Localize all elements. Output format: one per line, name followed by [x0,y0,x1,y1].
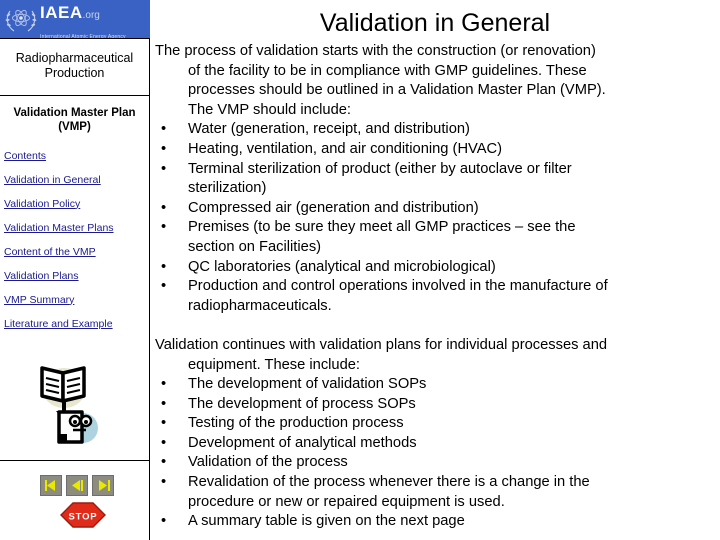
list-item: • The development of validation SOPs [155,375,714,395]
list-item-label: A summary table is given on the next pag… [188,513,465,530]
list-item-label: Testing of the production process [188,415,404,432]
stop-label: STOP [69,512,98,523]
list-item-label-cont: procedure or new or repaired equipment i… [188,493,505,510]
list-item: • Validation of the process [155,453,714,473]
open-book-icon [40,366,86,403]
list-item-label-cont: sterilization) [188,180,267,197]
intro-line-2: of the facility to be in compliance with… [188,62,587,79]
sidebar-illustration [0,340,149,459]
book-to-reader-illustration [34,356,114,444]
iaea-brand-text: IAEA [40,3,83,22]
bullet-icon: • [161,454,167,471]
bullet-icon: • [161,474,167,491]
atom-laurel-icon [4,2,38,36]
sidebar-item-literature-and-example[interactable]: Literature and Example [4,312,149,336]
list-item: • The development of process SOPs [155,395,714,415]
second-paragraph: Validation continues with validation pla… [155,336,714,375]
bullet-icon: • [161,140,167,157]
slide-nav-buttons [40,475,114,496]
iaea-logo-banner[interactable]: IAEA.org International Atomic Energy Age… [0,0,150,38]
list-item-label: Development of analytical methods [188,434,417,451]
list-item-label: The development of process SOPs [188,395,416,412]
next-slide-button[interactable] [92,475,114,496]
sidebar-item-validation-master-plans[interactable]: Validation Master Plans [4,216,149,240]
module-title: Validation Master Plan (VMP) [13,107,136,133]
bullet-icon: • [161,219,167,236]
list-item-label: Revalidation of the process whenever the… [188,474,590,491]
list-item: • Compressed air (generation and distrib… [155,199,714,219]
sidebar-nav: Contents Validation in General Validatio… [0,140,149,336]
list-item: • A summary table is given on the next p… [155,512,714,532]
second-line-2: equipment. These include: [188,356,361,373]
list-item-label: QC laboratories (analytical and microbio… [188,258,496,275]
bullet-icon: • [161,376,167,393]
list-item: • Testing of the production process [155,414,714,434]
bullet-icon: • [161,415,167,432]
bullet-icon: • [161,395,167,412]
bullet-icon: • [161,121,167,138]
list-item-label: Compressed air (generation and distribut… [188,199,479,216]
sidebar-item-vmp-summary[interactable]: VMP Summary [4,288,149,312]
iaea-logo-text: IAEA.org International Atomic Energy Age… [40,3,150,39]
list-item: • Production and control operations invo… [155,277,714,316]
list-item-label: Production and control operations involv… [188,278,608,295]
sidebar-item-content-of-the-vmp[interactable]: Content of the VMP [4,240,149,264]
slide-controls: STOP [0,461,149,540]
list-item-label: Heating, ventilation, and air conditioni… [188,140,503,157]
list-item-label-cont: radiopharmaceuticals. [188,297,332,314]
sidebar-item-contents[interactable]: Contents [4,144,149,168]
sidebar-item-validation-in-general[interactable]: Validation in General [4,168,149,192]
slide-content: Validation in General The process of val… [150,0,720,540]
vmp-items-list: • Water (generation, receipt, and distri… [155,120,714,316]
sidebar-item-validation-policy[interactable]: Validation Policy [4,192,149,216]
list-item-label: Water (generation, receipt, and distribu… [188,121,470,138]
list-item-label: Terminal sterilization of product (eithe… [188,160,572,177]
list-item: • Revalidation of the process whenever t… [155,473,714,512]
list-item: • Terminal sterilization of product (eit… [155,160,714,199]
sidebar-item-validation-plans[interactable]: Validation Plans [4,264,149,288]
page-title: Validation in General [319,9,551,37]
list-item-label: Validation of the process [188,454,348,471]
course-title: Radiopharmaceutical Production [15,51,134,80]
bullet-icon: • [161,278,167,295]
bullet-icon: • [161,513,167,530]
intro-line-3: processes should be outlined in a Valida… [188,82,606,99]
list-item: • Water (generation, receipt, and distri… [155,120,714,140]
sidebar: IAEA.org International Atomic Energy Age… [0,0,150,540]
previous-slide-button[interactable] [66,475,88,496]
list-item: • Heating, ventilation, and air conditio… [155,140,714,160]
list-item: • QC laboratories (analytical and microb… [155,258,714,278]
intro-line-1: The process of validation starts with th… [155,43,596,59]
list-item: • Development of analytical methods [155,434,714,454]
intro-paragraph: The process of validation starts with th… [155,42,714,120]
slide-body: The process of validation starts with th… [150,42,720,532]
bullet-icon: • [161,199,167,216]
first-slide-button[interactable] [40,475,62,496]
intro-line-4: The VMP should include: [188,101,352,118]
second-line-1: Validation continues with validation pla… [155,336,608,353]
bullet-icon: • [161,258,167,275]
bullet-icon: • [161,160,167,177]
iaea-brand: IAEA.org [40,3,100,22]
list-item: • Premises (to be sure they meet all GMP… [155,218,714,257]
bullet-icon: • [161,434,167,451]
iaea-subtitle: International Atomic Energy Agency [40,34,126,38]
list-item-label: The development of validation SOPs [188,376,427,393]
list-item-label-cont: section on Facilities) [188,238,322,255]
plan-items-list: • The development of validation SOPs • T… [155,375,714,532]
stop-button[interactable]: STOP [60,502,106,528]
iaea-domain-text: .org [82,10,100,21]
list-item-label: Premises (to be sure they meet all GMP p… [188,219,576,236]
